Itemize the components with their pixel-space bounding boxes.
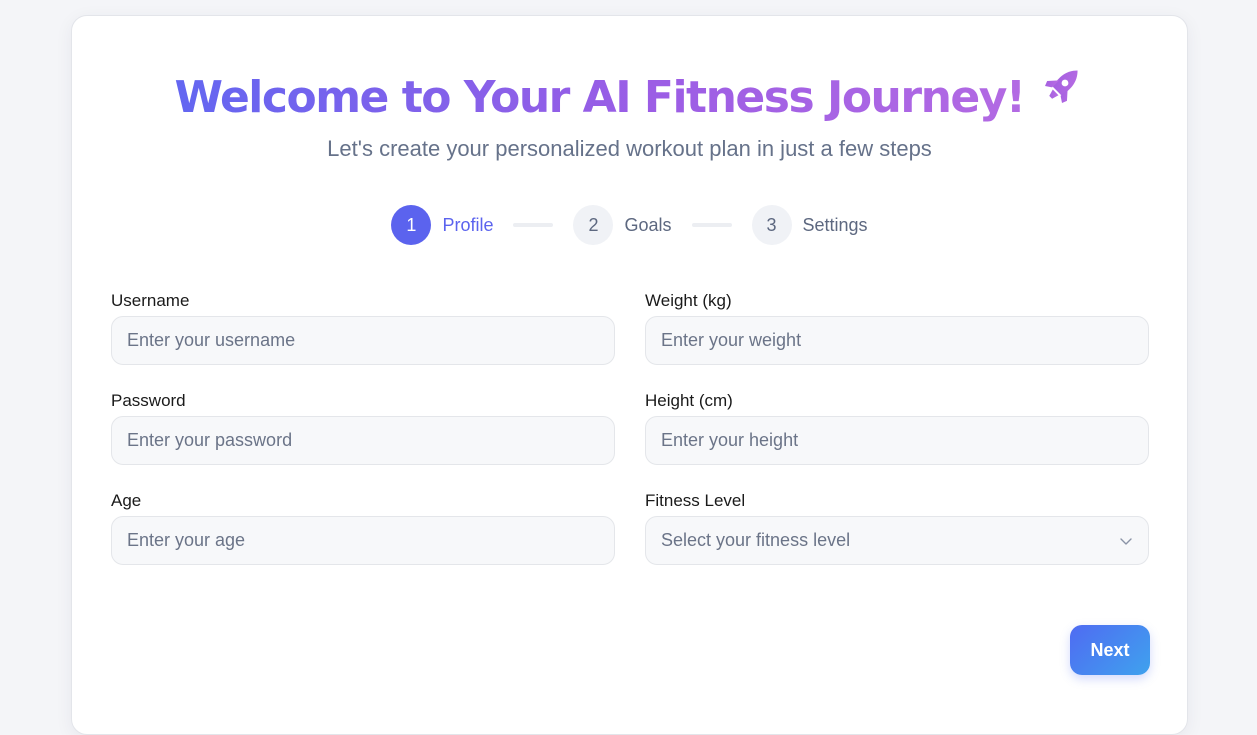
fitness-level-field-group: Fitness Level Select your fitness level [645,490,1149,565]
password-field-group: Password [111,390,615,465]
step-label: Settings [802,214,868,235]
onboarding-card: Welcome to Your AI Fitness Journey! Let'… [71,15,1188,735]
step-profile[interactable]: 1 Profile [391,205,493,245]
chevron-down-icon [1120,537,1132,545]
step-number: 2 [573,205,614,245]
step-label: Goals [624,214,672,235]
username-label: Username [111,291,190,310]
password-label: Password [111,391,186,410]
height-input[interactable] [645,416,1149,465]
progress-stepper: 1 Profile 2 Goals 3 Settings [72,205,1187,245]
weight-field-group: Weight (kg) [645,290,1149,365]
weight-label: Weight (kg) [645,291,732,310]
password-input[interactable] [111,416,615,465]
username-field-group: Username [111,290,615,365]
height-field-group: Height (cm) [645,390,1149,465]
step-label: Profile [442,214,494,235]
page-subtitle: Let's create your personalized workout p… [327,136,932,161]
height-label: Height (cm) [645,391,733,410]
step-number: 1 [391,205,432,245]
step-connector [691,223,732,227]
page-title: Welcome to Your AI Fitness Journey! [72,68,1187,131]
step-settings[interactable]: 3 Settings [751,205,868,245]
step-connector [513,223,554,227]
age-input[interactable] [111,516,615,565]
page-title-text: Welcome to Your AI Fitness Journey! [174,72,1027,123]
rocket-icon [1039,63,1085,125]
age-label: Age [111,491,142,510]
fitness-level-value: Select your fitness level [661,530,851,550]
step-number: 3 [751,205,792,245]
fitness-level-select[interactable]: Select your fitness level [645,516,1149,565]
username-input[interactable] [111,316,615,365]
step-goals[interactable]: 2 Goals [573,205,672,245]
next-button[interactable]: Next [1070,625,1150,675]
age-field-group: Age [111,490,615,565]
weight-input[interactable] [645,316,1149,365]
fitness-level-label: Fitness Level [645,491,746,510]
